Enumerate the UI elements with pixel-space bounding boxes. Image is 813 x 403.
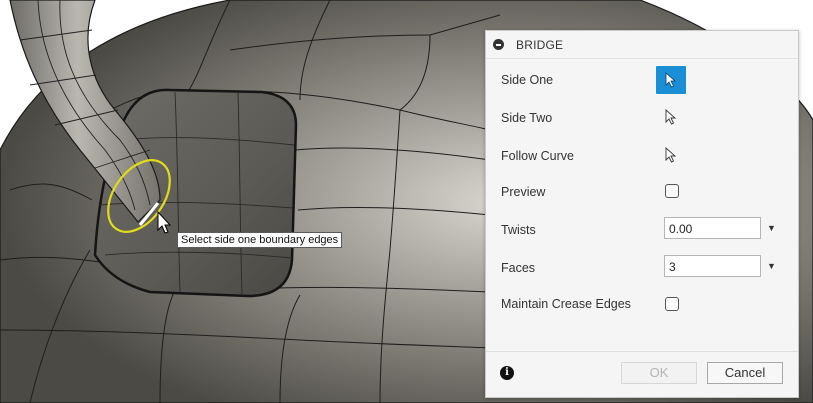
cancel-button[interactable]: Cancel: [707, 362, 783, 384]
bridge-dialog: BRIDGE Side One Side Two Follow Curve Pr…: [485, 30, 799, 398]
arrow-cursor-icon: [665, 72, 677, 88]
arrow-cursor-icon: [665, 109, 677, 125]
twists-input[interactable]: 0.00: [664, 217, 761, 239]
maintain-crease-label: Maintain Crease Edges: [501, 297, 631, 311]
ok-button[interactable]: OK: [621, 362, 697, 384]
preview-label: Preview: [501, 185, 546, 199]
side-two-select-button[interactable]: [656, 103, 686, 131]
faces-label: Faces: [501, 261, 536, 275]
follow-curve-select-button[interactable]: [656, 141, 686, 169]
side-one-label: Side One: [501, 73, 554, 87]
faces-dropdown-icon[interactable]: ▼: [767, 261, 776, 271]
twists-dropdown-icon[interactable]: ▼: [767, 223, 776, 233]
faces-input[interactable]: 3: [664, 255, 761, 277]
maintain-crease-checkbox[interactable]: [665, 297, 679, 311]
info-icon[interactable]: i: [500, 366, 514, 380]
side-one-select-button[interactable]: [656, 66, 686, 94]
dialog-footer: i OK Cancel: [486, 351, 798, 397]
arrow-cursor-icon: [665, 147, 677, 163]
follow-curve-label: Follow Curve: [501, 149, 574, 163]
preview-checkbox[interactable]: [665, 184, 679, 198]
side-two-label: Side Two: [501, 111, 553, 125]
collapse-icon[interactable]: [493, 39, 504, 50]
dialog-title: BRIDGE: [516, 38, 564, 52]
dialog-header: BRIDGE: [486, 31, 798, 59]
twists-label: Twists: [501, 223, 536, 237]
tooltip: Select side one boundary edges: [177, 232, 343, 248]
